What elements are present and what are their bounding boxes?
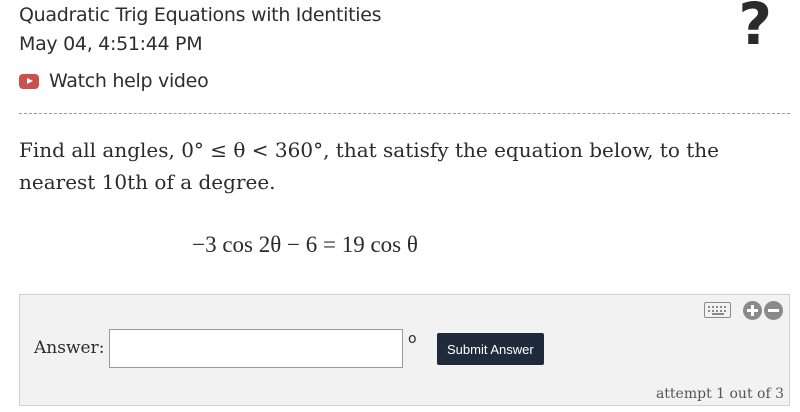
- help-link-label: Watch help video: [49, 70, 209, 92]
- submit-answer-button[interactable]: Submit Answer: [437, 333, 544, 365]
- timestamp: May 04, 4:51:44 PM: [19, 33, 203, 55]
- answer-input[interactable]: [109, 329, 403, 368]
- equation: −3 cos 2θ − 6 = 19 cos θ: [192, 232, 418, 257]
- divider: [19, 113, 790, 114]
- zoom-in-icon[interactable]: [743, 301, 762, 320]
- watch-help-video-link[interactable]: Watch help video: [19, 70, 209, 92]
- assignment-title: Quadratic Trig Equations with Identities: [19, 4, 382, 26]
- answer-panel: Answer: o Submit Answer attempt 1 out of…: [19, 294, 790, 406]
- degree-unit-label: o: [408, 331, 417, 347]
- play-video-icon: [19, 73, 39, 89]
- answer-label: Answer:: [34, 338, 105, 358]
- keyboard-icon[interactable]: [704, 302, 731, 318]
- zoom-out-icon[interactable]: [764, 301, 783, 320]
- question-text: Find all angles, 0° ≤ θ < 360°, that sat…: [19, 138, 719, 194]
- help-question-icon[interactable]: ?: [738, 0, 772, 58]
- attempt-counter: attempt 1 out of 3: [655, 386, 784, 402]
